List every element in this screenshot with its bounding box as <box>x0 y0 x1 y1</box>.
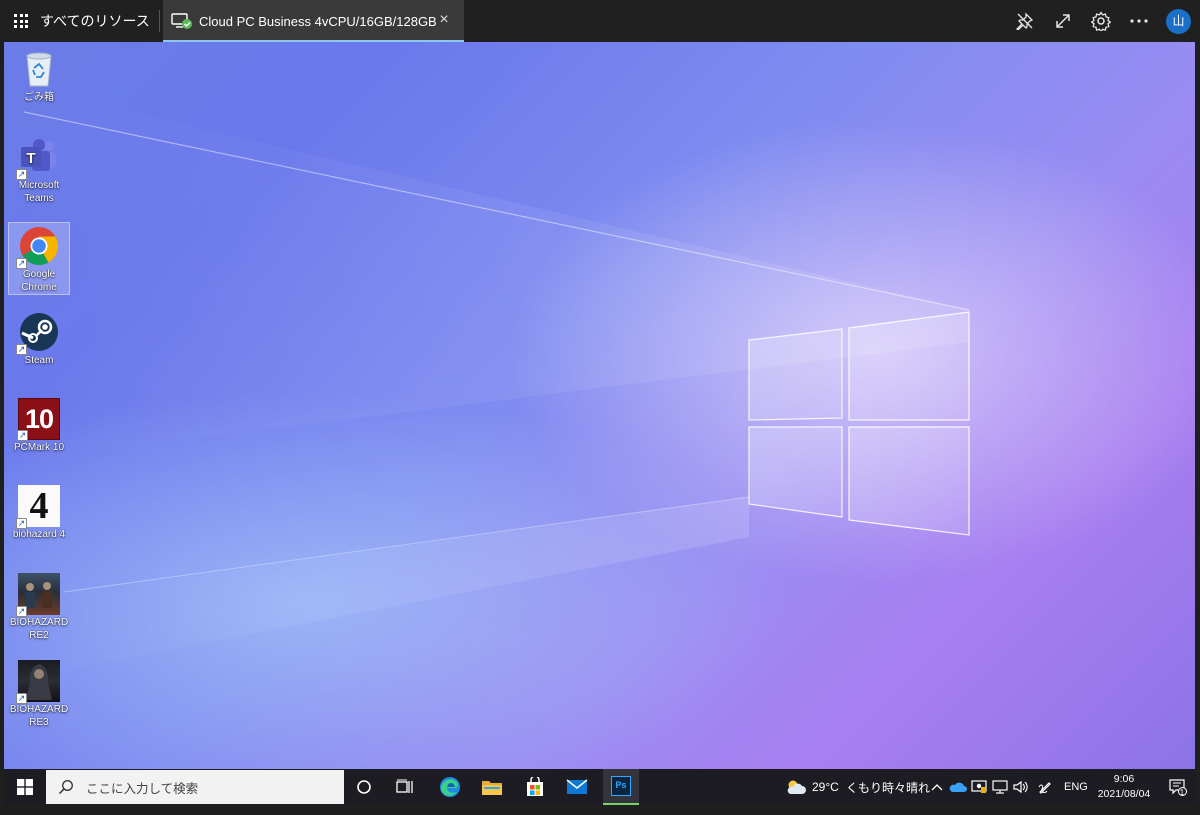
photoshop-label: Ps <box>611 776 631 796</box>
shortcut-arrow-icon: ↗ <box>16 344 27 355</box>
system-clock[interactable]: 9:06 2021/08/04 <box>1089 772 1159 802</box>
cortana-icon[interactable] <box>344 769 384 805</box>
desktop-icon-label: biohazard 4 <box>12 529 66 540</box>
desktop-icon-biohazard-4[interactable]: 4 ↗ biohazard 4 <box>8 485 70 542</box>
security-alert-icon[interactable] <box>969 769 989 805</box>
windows-icon <box>17 779 33 795</box>
desktop-icon-label: BIOHAZARD <box>9 617 69 628</box>
clock-date: 2021/08/04 <box>1097 788 1151 800</box>
more-icon[interactable] <box>1127 9 1151 33</box>
desktop-icon-label: Chrome <box>21 281 57 293</box>
biohazard-re3-icon: ↗ <box>16 660 60 704</box>
desktop-icon-biohazard-re3[interactable]: ↗ BIOHAZARD RE3 <box>8 660 70 729</box>
desktop-icon-label: Steam <box>24 355 54 366</box>
all-resources-button[interactable]: すべてのリソース <box>0 0 160 42</box>
desktop-icon-steam[interactable]: ↗ Steam <box>8 311 70 368</box>
search-icon <box>58 780 73 795</box>
pen-icon[interactable] <box>1034 769 1056 805</box>
windows-logo-wallpaper <box>4 82 970 682</box>
taskbar-search-box[interactable]: ここに入力して検索 <box>46 770 344 804</box>
desktop-icon-label: ごみ箱 <box>24 92 54 103</box>
gear-icon[interactable] <box>1089 9 1113 33</box>
app-launcher-icon <box>14 14 28 28</box>
desktop-icon-recycle-bin[interactable]: ごみ箱 <box>8 48 70 105</box>
desktop-icon-label: Google <box>22 269 56 280</box>
network-icon[interactable] <box>990 769 1010 805</box>
search-placeholder: ここに入力して検索 <box>86 781 199 796</box>
tab-cloud-pc[interactable]: Cloud PC Business 4vCPU/16GB/128GB × <box>163 0 464 42</box>
close-tab-icon[interactable]: × <box>436 12 452 28</box>
pin-icon[interactable] <box>1013 9 1037 33</box>
shortcut-arrow-icon: ↗ <box>16 693 27 704</box>
task-view-icon[interactable] <box>385 769 425 805</box>
expand-icon[interactable] <box>1051 9 1075 33</box>
shortcut-arrow-icon: ↗ <box>17 430 28 441</box>
chevron-up-icon[interactable] <box>928 769 946 805</box>
desktop-icon-label: RE3 <box>29 716 49 728</box>
notification-count: 1 <box>1179 788 1185 797</box>
shortcut-arrow-icon: ↗ <box>16 169 27 180</box>
host-top-bar: すべてのリソース Cloud PC Business 4vCPU/16GB/12… <box>0 0 1200 42</box>
remote-desktop[interactable]: ごみ箱 T ↗ Microsoft Teams ↗ Google Chrome … <box>4 42 1195 769</box>
desktop-icon-label: BIOHAZARD <box>9 704 69 715</box>
edge-icon[interactable] <box>430 769 470 805</box>
desktop-icon-label: Microsoft <box>18 180 60 191</box>
mail-icon[interactable] <box>557 769 597 805</box>
desktop-icon-pcmark-10[interactable]: 10 ↗ PCMark 10 <box>8 398 70 455</box>
tab-title: Cloud PC Business 4vCPU/16GB/128GB <box>199 13 437 29</box>
onedrive-icon[interactable] <box>948 769 968 805</box>
pcmark-icon: 10 ↗ <box>17 398 60 441</box>
shortcut-arrow-icon: ↗ <box>16 606 27 617</box>
input-language[interactable]: ENG <box>1064 769 1088 805</box>
desktop-icon-microsoft-teams[interactable]: T ↗ Microsoft Teams <box>8 136 70 205</box>
clock-time: 9:06 <box>1113 773 1135 785</box>
volume-icon[interactable] <box>1011 769 1031 805</box>
file-explorer-icon[interactable] <box>472 769 512 805</box>
biohazard4-icon: 4 ↗ <box>16 485 60 529</box>
taskbar: ここに入力して検索 Ps 29°C くもり時々晴れ ENG 9:06 2021/… <box>4 769 1195 805</box>
recycle-bin-icon <box>18 48 60 90</box>
weather-desc[interactable]: くもり時々晴れ <box>846 769 930 805</box>
start-button[interactable] <box>4 769 46 805</box>
shortcut-arrow-icon: ↗ <box>16 518 27 529</box>
desktop-icon-label: PCMark 10 <box>13 442 64 453</box>
shortcut-arrow-icon: ↗ <box>16 258 27 269</box>
biohazard-re2-icon: ↗ <box>16 573 60 617</box>
action-center-icon[interactable]: 1 <box>1164 769 1192 805</box>
store-icon[interactable] <box>515 769 555 805</box>
teams-icon: T ↗ <box>16 136 60 180</box>
desktop-icon-label: RE2 <box>29 629 49 641</box>
desktop-icon-biohazard-re2[interactable]: ↗ BIOHAZARD RE2 <box>8 573 70 642</box>
chrome-icon: ↗ <box>16 225 60 269</box>
all-resources-label: すべてのリソース <box>40 13 150 29</box>
desktop-icon-google-chrome[interactable]: ↗ Google Chrome <box>8 222 70 295</box>
weather-icon[interactable] <box>780 769 810 805</box>
cloud-pc-connected-icon <box>171 12 193 30</box>
divider <box>159 10 160 32</box>
avatar[interactable]: 山 <box>1166 9 1191 34</box>
host-bottom-border <box>0 805 1200 815</box>
svg-text:T: T <box>26 150 35 167</box>
photoshop-icon[interactable]: Ps <box>603 769 639 805</box>
weather-temp[interactable]: 29°C <box>812 769 839 805</box>
desktop-icon-label: Teams <box>24 192 54 204</box>
steam-icon: ↗ <box>16 311 60 355</box>
